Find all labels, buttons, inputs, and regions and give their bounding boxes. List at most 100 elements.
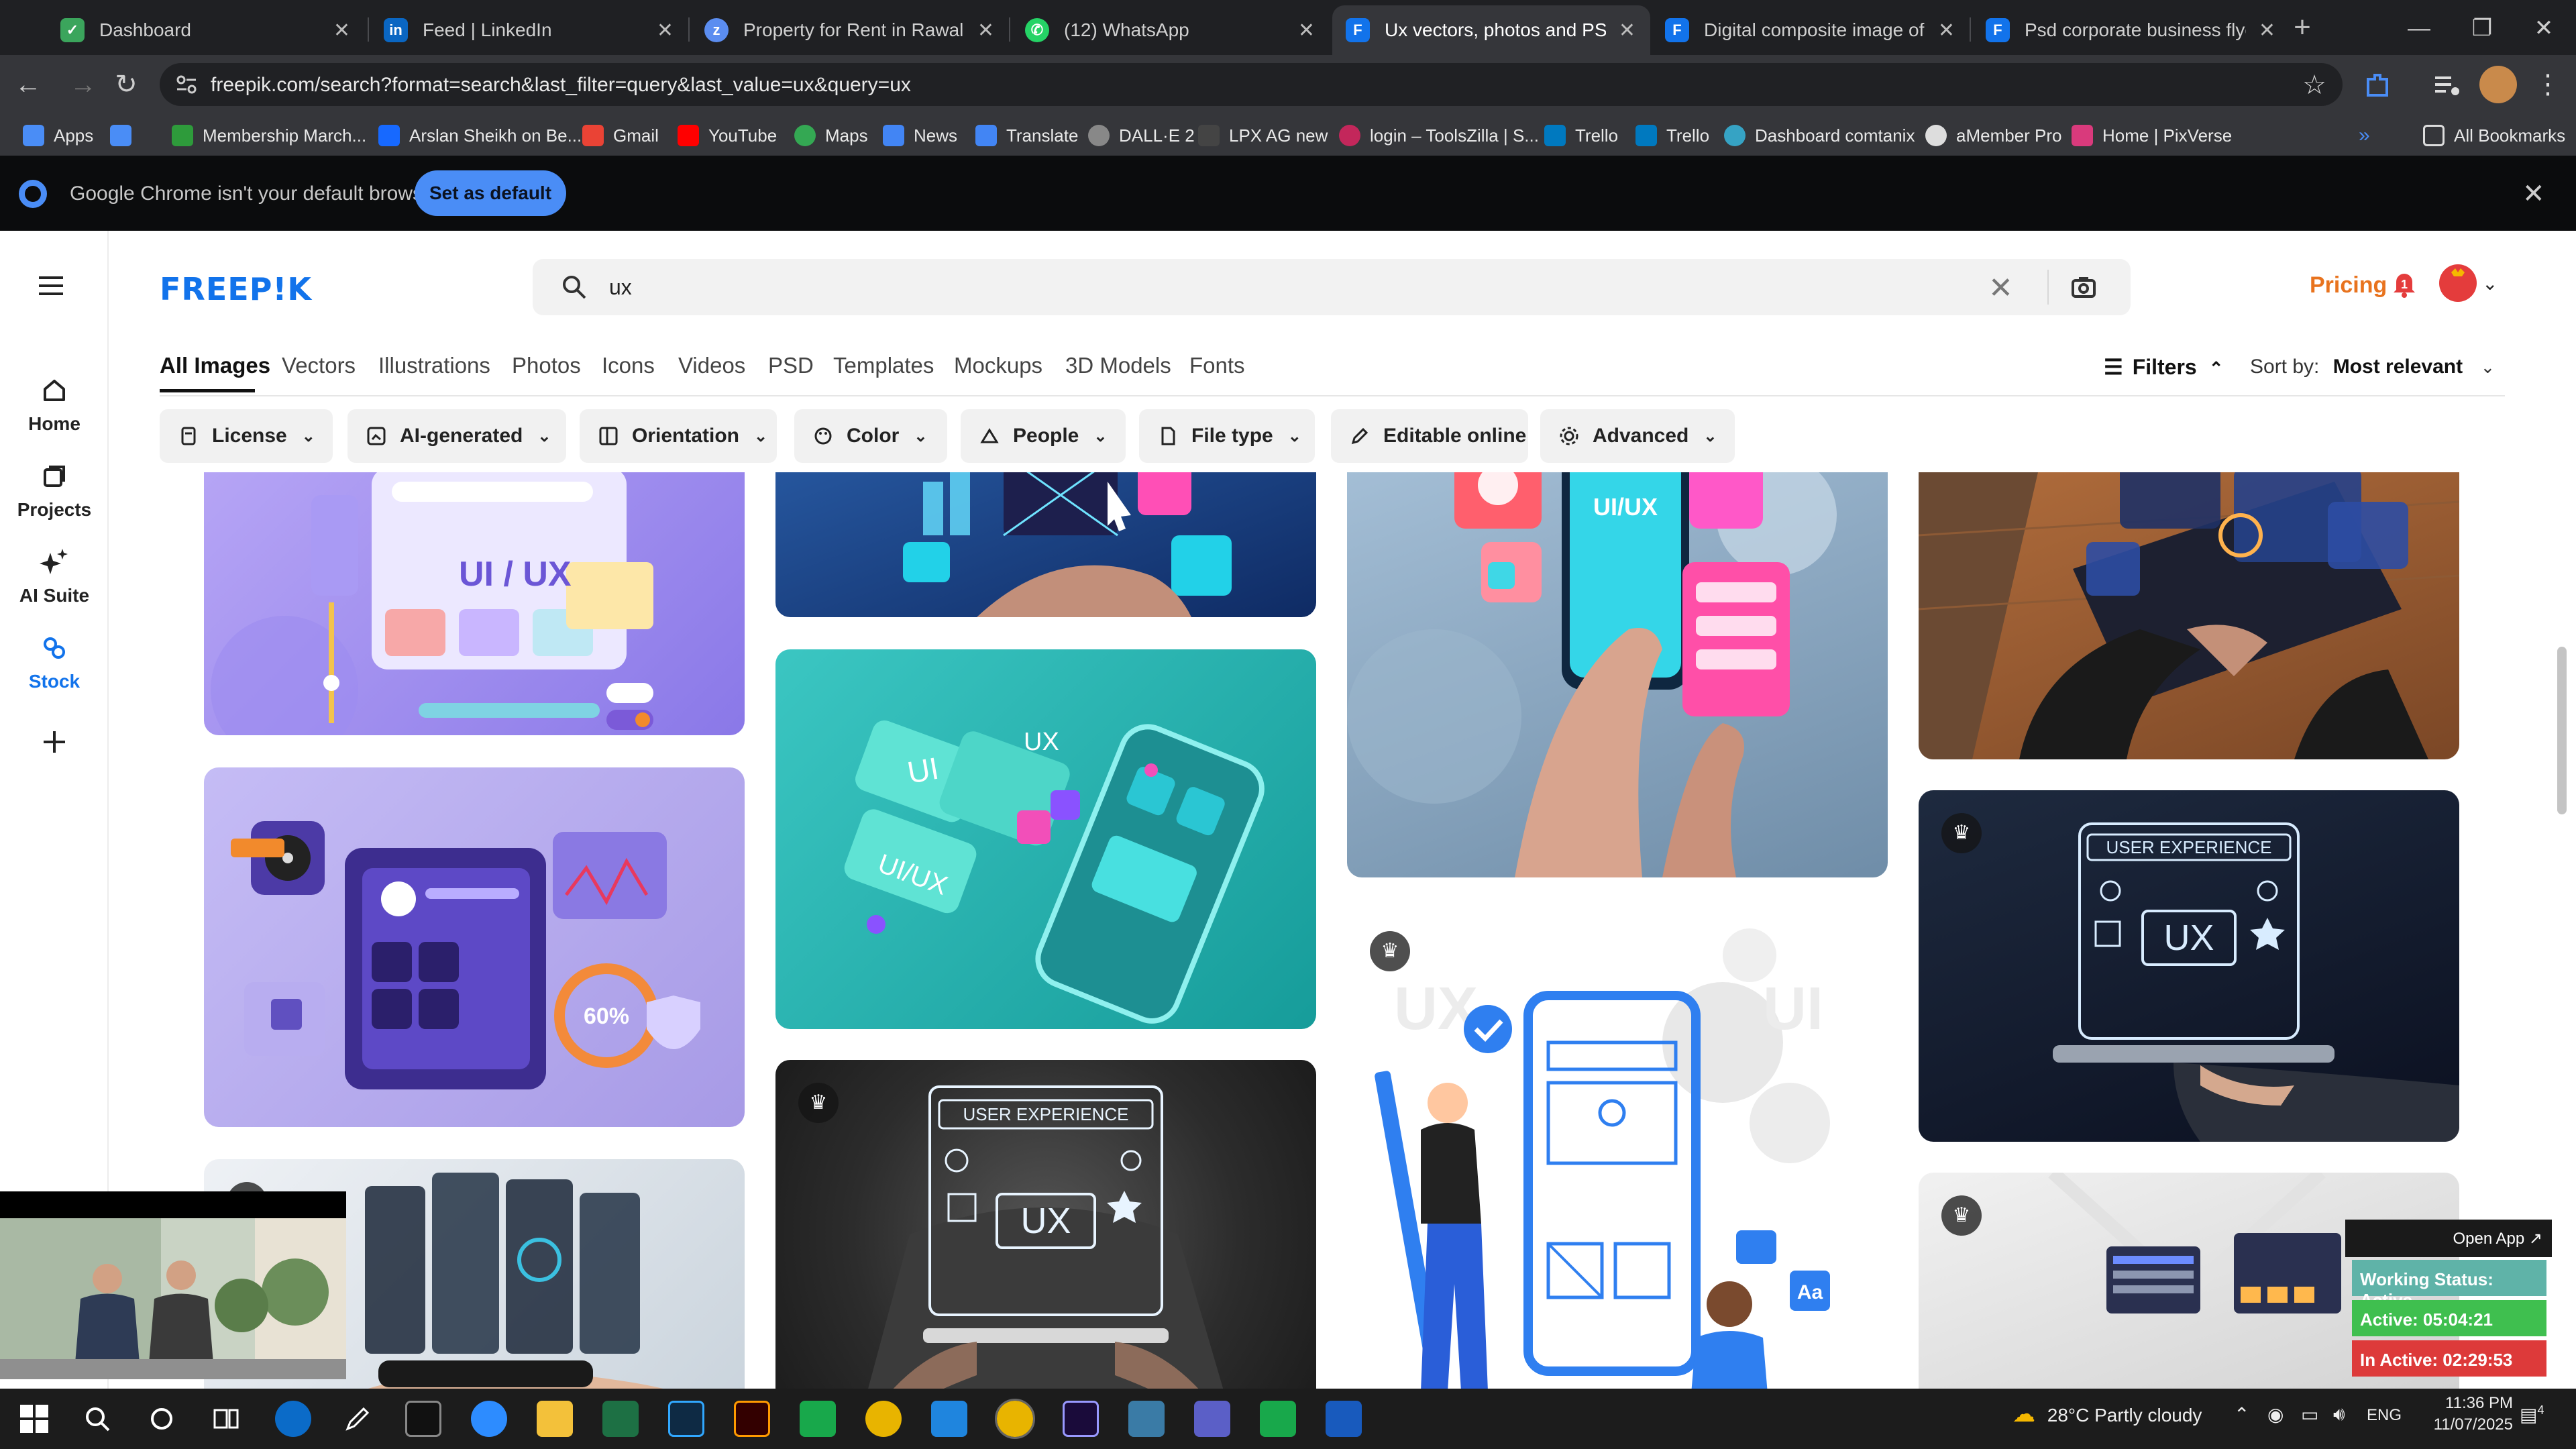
picture-in-picture-video[interactable] (0, 1191, 346, 1379)
chrome-icon[interactable] (865, 1401, 902, 1437)
file-explorer-icon[interactable] (537, 1401, 573, 1437)
close-tab-icon[interactable]: ✕ (1619, 19, 1635, 42)
search-by-image-icon[interactable] (2070, 274, 2097, 301)
open-app-link[interactable]: Open App ↗ (2345, 1220, 2552, 1257)
close-banner-icon[interactable]: ✕ (2522, 178, 2545, 209)
pricing-link[interactable]: Pricing (2310, 272, 2387, 299)
word-icon[interactable] (1326, 1401, 1362, 1437)
forward-icon[interactable]: → (64, 66, 102, 103)
windows-start-icon[interactable] (16, 1401, 52, 1437)
close-tab-icon[interactable]: ✕ (657, 19, 674, 42)
filter-license[interactable]: License ⌄ (160, 409, 333, 463)
image-card[interactable] (1919, 472, 2459, 759)
terminal-icon[interactable] (405, 1401, 441, 1437)
close-tab-icon[interactable]: ✕ (1298, 19, 1315, 42)
zoom-icon[interactable] (471, 1401, 507, 1437)
phone-app-icon[interactable] (1260, 1401, 1296, 1437)
tab-illustrations[interactable]: Illustrations (378, 353, 490, 378)
sidebar-item-home[interactable]: Home (0, 374, 109, 435)
notification-bell-icon[interactable]: 1 (2391, 270, 2418, 299)
browser-tab-active[interactable]: F Ux vectors, photos and PSD files ✕ (1332, 5, 1650, 55)
sidebar-item-projects[interactable]: Projects (0, 460, 109, 521)
bookmark-membership[interactable]: Membership March... (172, 122, 366, 149)
filter-orientation[interactable]: Orientation ⌄ (580, 409, 777, 463)
new-tab-button[interactable]: + (2284, 9, 2321, 47)
media-control-icon[interactable] (2428, 66, 2466, 103)
more-bookmarks-icon[interactable]: » (2359, 122, 2370, 149)
bookmark-dalle[interactable]: DALL·E 2 (1088, 122, 1195, 149)
hamburger-menu-icon[interactable] (39, 275, 66, 297)
search-input[interactable]: ux (609, 275, 632, 300)
photoshop-icon[interactable] (668, 1401, 704, 1437)
browser-tab[interactable]: ✓ Dashboard ✕ (47, 5, 365, 55)
sidebar-add-button[interactable] (0, 726, 109, 765)
search-icon[interactable] (79, 1401, 115, 1437)
bookmark-trello[interactable]: Trello (1544, 122, 1618, 149)
back-icon[interactable]: ← (9, 66, 47, 103)
page-scrollbar[interactable] (2557, 647, 2567, 814)
browser-tab[interactable]: z Property for Rent in Rawalpindi ✕ (691, 5, 1009, 55)
bookmark-translate[interactable]: Translate (975, 122, 1078, 149)
sidebar-item-stock[interactable]: Stock (0, 632, 109, 692)
bookmark-apps[interactable]: Apps (23, 122, 93, 149)
close-tab-icon[interactable]: ✕ (1938, 19, 1955, 42)
close-window-button[interactable]: ✕ (2517, 8, 2571, 48)
sidebar-item-ai-suite[interactable]: AI Suite (0, 546, 109, 606)
vscode-icon[interactable] (931, 1401, 967, 1437)
image-card[interactable]: UI / UX (204, 472, 745, 735)
notification-center-icon[interactable]: ▤4 (2520, 1403, 2544, 1426)
tab-vectors[interactable]: Vectors (282, 353, 356, 378)
tab-fonts[interactable]: Fonts (1189, 353, 1245, 378)
show-hidden-icons-icon[interactable]: ⌃ (2234, 1403, 2249, 1426)
browser-tab[interactable]: ✆ (12) WhatsApp ✕ (1012, 5, 1330, 55)
tab-mockups[interactable]: Mockups (954, 353, 1042, 378)
set-as-default-button[interactable]: Set as default (415, 170, 566, 216)
user-avatar[interactable] (2439, 264, 2477, 302)
tab-videos[interactable]: Videos (678, 353, 745, 378)
image-card[interactable]: UI/UX (1347, 472, 1888, 877)
excel-icon[interactable] (602, 1401, 639, 1437)
bookmark-amember[interactable]: aMember Pro (1925, 122, 2062, 149)
bookmark-gmail[interactable]: Gmail (582, 122, 659, 149)
camera-icon[interactable]: ◉ (2267, 1403, 2284, 1426)
browser-tab[interactable]: F Psd corporate business flyer design ✕ (1972, 5, 2290, 55)
freepik-logo[interactable]: FREEP!K (160, 271, 312, 307)
tab-photos[interactable]: Photos (512, 353, 581, 378)
image-card[interactable]: 60% (204, 767, 745, 1127)
language-indicator[interactable]: ENG (2367, 1406, 2402, 1425)
address-bar[interactable]: freepik.com/search?format=search&last_fi… (160, 63, 2343, 106)
bookmark-news[interactable]: News (883, 122, 957, 149)
bookmark-pixverse[interactable]: Home | PixVerse (2072, 122, 2232, 149)
image-card[interactable] (775, 472, 1316, 617)
premiere-icon[interactable] (1063, 1401, 1099, 1437)
teams-icon[interactable] (1194, 1401, 1230, 1437)
minimize-window-button[interactable]: — (2392, 8, 2446, 48)
bookmark-grid[interactable] (110, 122, 141, 149)
bookmark-trello-2[interactable]: Trello (1635, 122, 1709, 149)
filter-file-type[interactable]: File type ⌄ (1139, 409, 1315, 463)
app-icon[interactable] (1128, 1401, 1165, 1437)
bookmark-lpx[interactable]: LPX AG new (1198, 122, 1328, 149)
weather-widget[interactable]: ☁ 28°C Partly cloudy (2012, 1401, 2202, 1428)
cortana-icon[interactable] (144, 1401, 180, 1437)
filter-people[interactable]: People ⌄ (961, 409, 1126, 463)
phone-app-icon[interactable] (800, 1401, 836, 1437)
filter-ai-generated[interactable]: AI-generated ⌄ (347, 409, 566, 463)
sort-dropdown[interactable]: Sort by: Most relevant ⌄ (2250, 356, 2495, 378)
chevron-down-icon[interactable]: ⌄ (2482, 272, 2498, 294)
volume-icon[interactable]: 🔊︎ (2333, 1403, 2345, 1426)
search-bar[interactable]: ux ✕ (533, 259, 2131, 315)
close-tab-icon[interactable]: ✕ (977, 19, 994, 42)
bookmark-comtanix[interactable]: Dashboard comtanix (1724, 122, 1915, 149)
bookmark-youtube[interactable]: YouTube (678, 122, 777, 149)
close-tab-icon[interactable]: ✕ (333, 19, 350, 42)
tab-3d-models[interactable]: 3D Models (1065, 353, 1171, 378)
filter-editable-online[interactable]: Editable online (1331, 409, 1528, 463)
bookmark-star-icon[interactable]: ☆ (2302, 70, 2326, 101)
clear-search-icon[interactable]: ✕ (1988, 271, 2013, 305)
profile-avatar[interactable] (2479, 66, 2517, 103)
illustrator-icon[interactable] (734, 1401, 770, 1437)
pen-icon[interactable] (339, 1401, 376, 1437)
tab-psd[interactable]: PSD (768, 353, 814, 378)
image-card[interactable]: USER EXPERIENCE UX ♛ (775, 1060, 1316, 1389)
